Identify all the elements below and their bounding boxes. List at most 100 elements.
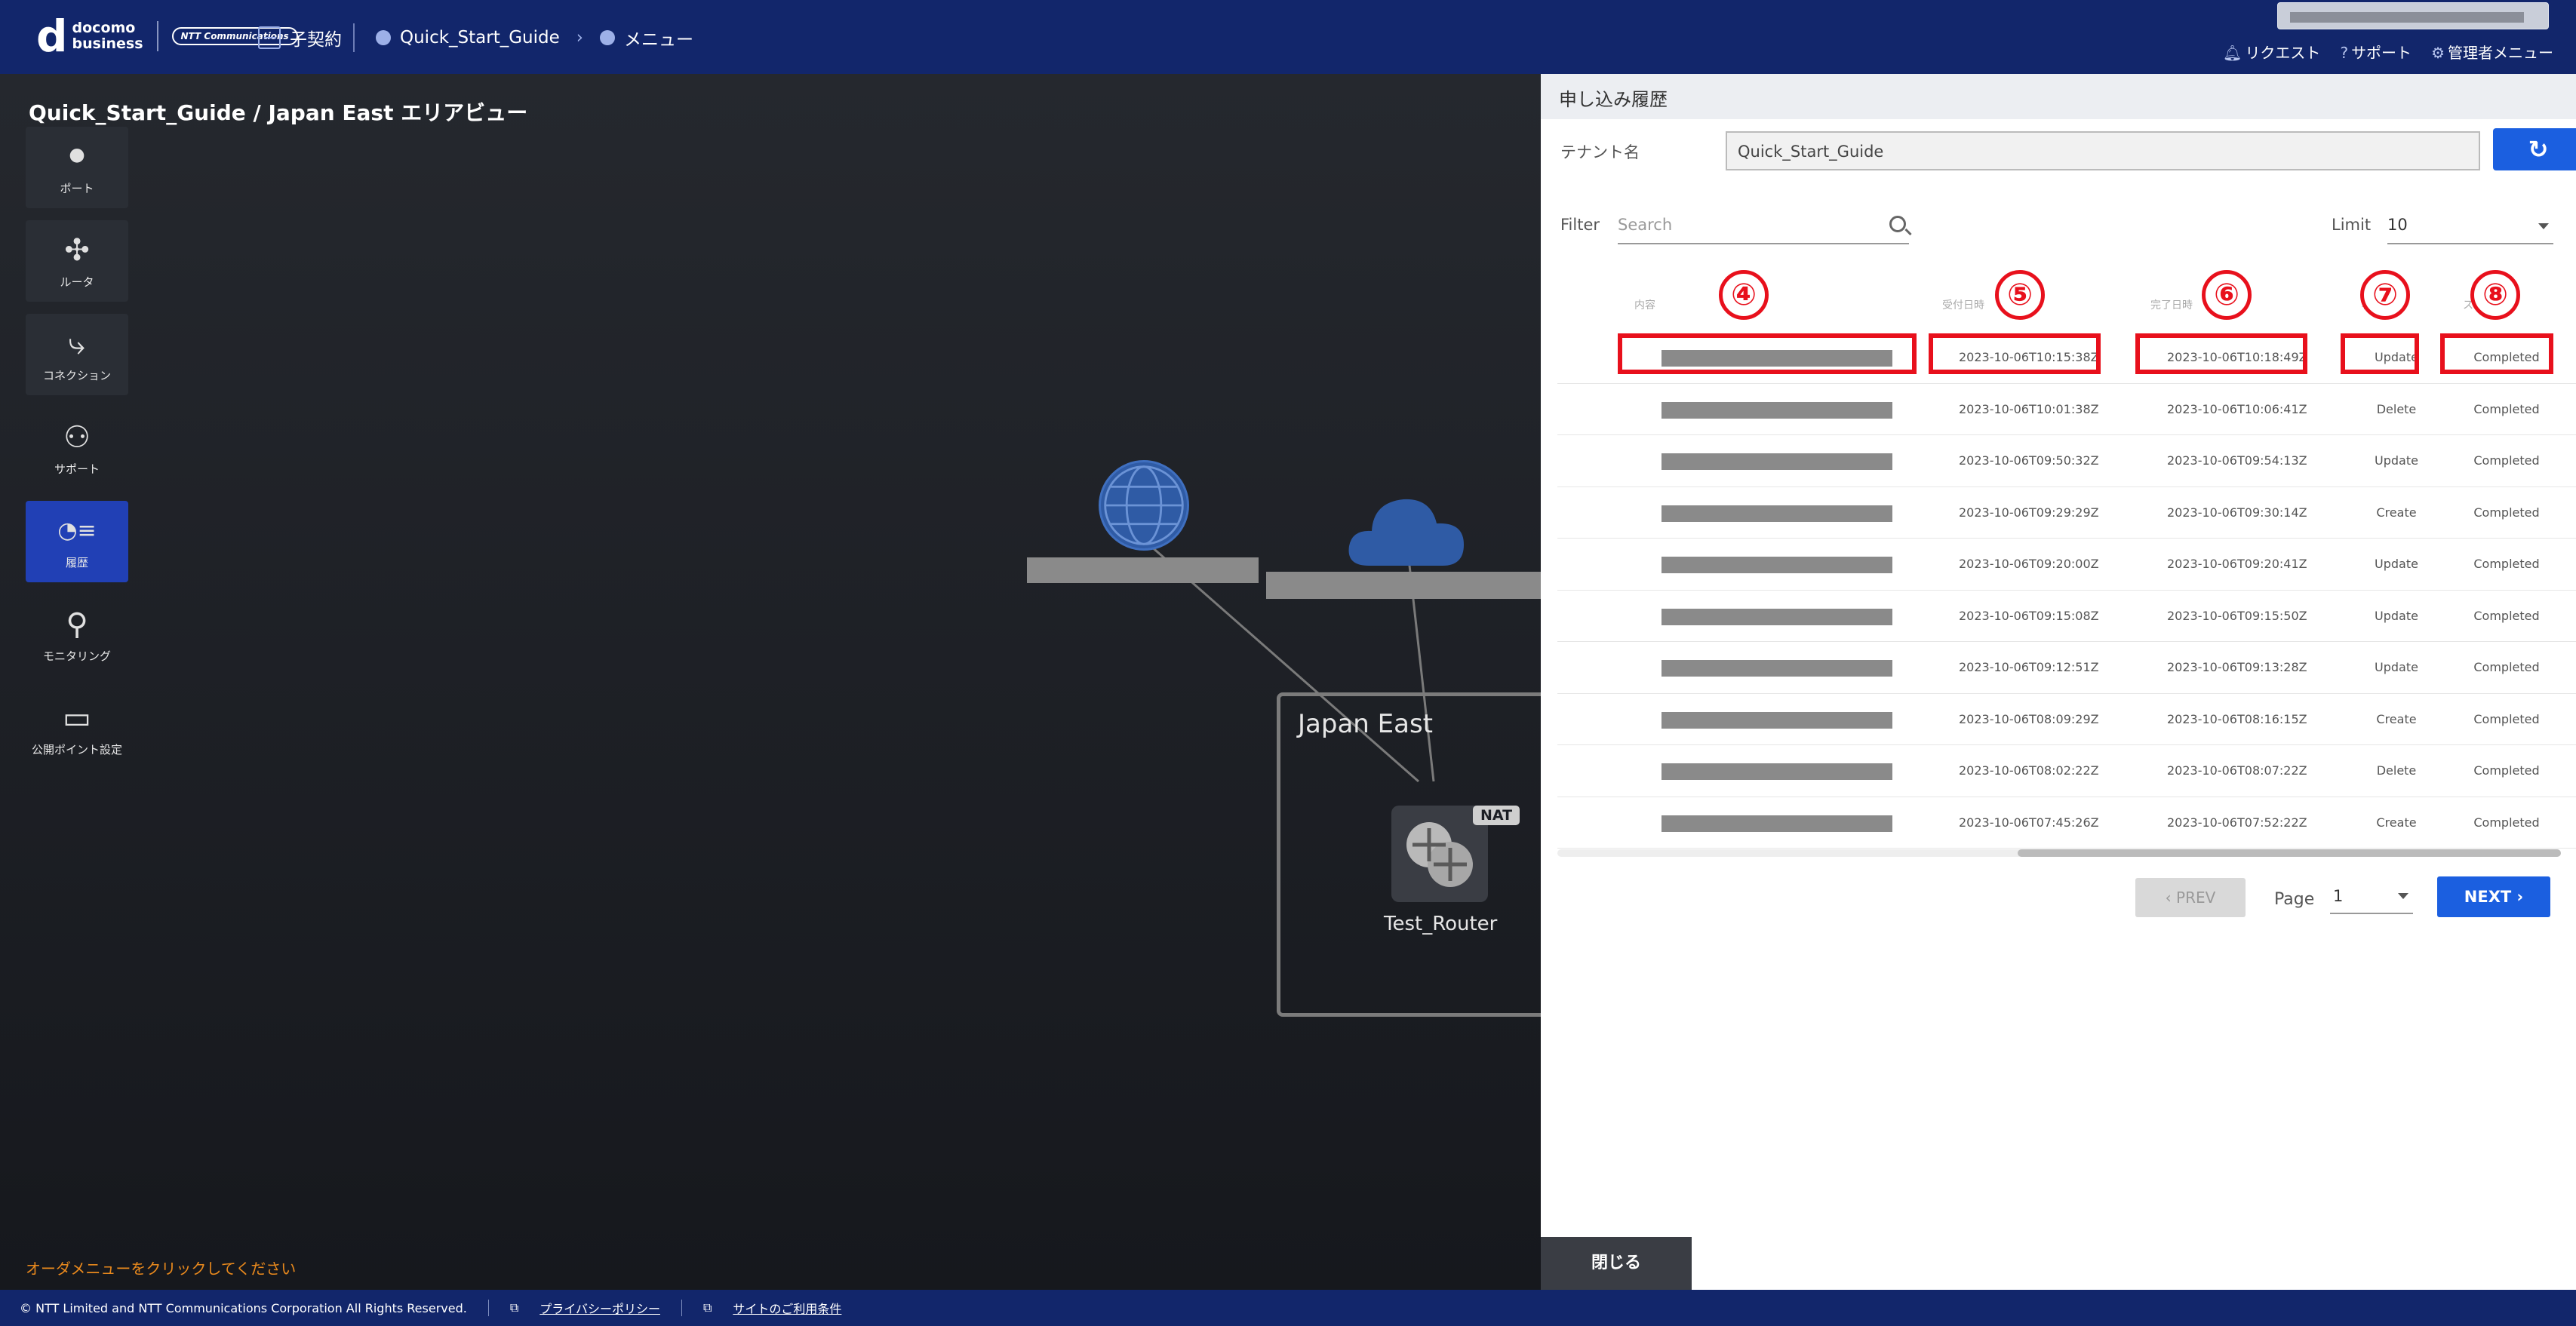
- content-redacted: [1661, 711, 1892, 729]
- bell-icon: 🔔︎: [2223, 44, 2242, 62]
- table-row[interactable]: 2023-10-06T09:12:51Z 2023-10-06T09:13:28Z…: [1557, 642, 2576, 694]
- logo-text: docomo business: [72, 20, 143, 52]
- footer: © NTT Limited and NTT Communications Cor…: [0, 1290, 2576, 1326]
- received-cell: 2023-10-06T09:20:00Z: [1959, 557, 2099, 571]
- status-cell: Completed: [2473, 453, 2540, 468]
- admin-menu-link[interactable]: ⚙ 管理者メニュー: [2431, 41, 2553, 63]
- contract-tree-icon: [258, 26, 281, 49]
- table-row[interactable]: 2023-10-06T09:50:32Z 2023-10-06T09:54:13Z…: [1557, 435, 2576, 487]
- chevron-down-icon: [2538, 223, 2549, 229]
- prev-page-button[interactable]: ‹ PREV: [2135, 878, 2246, 917]
- chevron-down-icon: [2398, 893, 2408, 899]
- external-link-icon: ⧉: [702, 1300, 712, 1315]
- header-right-menu: 🔔︎ リクエスト ? サポート ⚙ 管理者メニュー: [2223, 41, 2553, 63]
- column-header-completed[interactable]: 完了日時: [2150, 297, 2193, 312]
- chevron-left-icon: ‹: [2165, 889, 2177, 907]
- content-redacted: [1661, 401, 1892, 419]
- site-terms-link[interactable]: サイトのご利用条件: [733, 1299, 841, 1317]
- refresh-button[interactable]: ↻: [2493, 128, 2576, 170]
- internet-globe-icon[interactable]: [1099, 460, 1189, 551]
- external-link-icon: ⧉: [509, 1300, 519, 1315]
- received-cell: 2023-10-06T09:29:29Z: [1959, 505, 2099, 520]
- type-cell: Update: [2375, 608, 2418, 623]
- cloud-icon[interactable]: [1346, 490, 1467, 573]
- next-page-button[interactable]: NEXT ›: [2437, 876, 2550, 917]
- table-row[interactable]: 2023-10-06T08:09:29Z 2023-10-06T08:16:15Z…: [1557, 694, 2576, 745]
- logo-mark: d: [36, 11, 68, 62]
- completed-cell: 2023-10-06T09:30:14Z: [2167, 505, 2307, 520]
- prev-label: PREV: [2176, 889, 2216, 907]
- footer-divider: [681, 1300, 682, 1316]
- admin-menu-label: 管理者メニュー: [2448, 44, 2553, 62]
- filter-label: Filter: [1560, 216, 1600, 234]
- column-header-received[interactable]: 受付日時: [1942, 297, 1984, 312]
- request-label: リクエスト: [2245, 44, 2321, 62]
- page-value: 1: [2333, 887, 2344, 905]
- scrollbar-thumb[interactable]: [2018, 849, 2561, 857]
- user-account-box[interactable]: [2277, 2, 2549, 29]
- area-map-view: Quick_Start_Guide / Japan East エリアビュー ⚫ …: [0, 74, 1548, 1290]
- completed-cell: 2023-10-06T07:52:22Z: [2167, 815, 2307, 830]
- router-label: Test_Router: [1384, 913, 1498, 935]
- status-cell: Completed: [2473, 557, 2540, 571]
- history-table: 2023-10-06T10:15:38Z 2023-10-06T10:18:49Z…: [1557, 332, 2576, 849]
- topology-links: [1143, 524, 1435, 783]
- status-cell: Completed: [2473, 711, 2540, 726]
- type-cell: Delete: [2376, 401, 2417, 416]
- table-row[interactable]: 2023-10-06T09:15:08Z 2023-10-06T09:15:50Z…: [1557, 591, 2576, 642]
- table-row[interactable]: 2023-10-06T09:29:29Z 2023-10-06T09:30:14Z…: [1557, 487, 2576, 539]
- table-row[interactable]: 2023-10-06T07:45:26Z 2023-10-06T07:52:22Z…: [1557, 797, 2576, 849]
- content-redacted: [1661, 815, 1892, 832]
- search-input[interactable]: Search: [1618, 210, 1909, 244]
- annotation-5: ⑤: [1995, 270, 2045, 320]
- received-cell: 2023-10-06T08:09:29Z: [1959, 711, 2099, 726]
- close-button[interactable]: 閉じる: [1541, 1237, 1692, 1290]
- limit-select[interactable]: 10: [2387, 210, 2553, 244]
- logo-line1: docomo: [72, 20, 136, 36]
- breadcrumb-menu[interactable]: メニュー: [624, 25, 693, 51]
- order-history-panel: 申し込み履歴 テナント名 Quick_Start_Guide ↻ Filter …: [1541, 74, 2576, 1290]
- highlight-status: [2440, 333, 2553, 374]
- status-cell: Completed: [2473, 608, 2540, 623]
- request-link[interactable]: 🔔︎ リクエスト: [2223, 41, 2320, 63]
- panel-title: 申し込み履歴: [1559, 89, 1668, 110]
- order-menu-hint: オーダメニューをクリックしてください: [26, 1260, 297, 1278]
- table-row[interactable]: 2023-10-06T10:01:38Z 2023-10-06T10:06:41Z…: [1557, 384, 2576, 435]
- contract-label: 子契約: [290, 30, 342, 50]
- page-select[interactable]: 1: [2330, 879, 2413, 914]
- received-cell: 2023-10-06T07:45:26Z: [1959, 815, 2099, 830]
- support-label: サポート: [2351, 44, 2412, 62]
- breadcrumb: Quick_Start_Guide › メニュー: [376, 25, 693, 51]
- annotation-7: ⑦: [2360, 270, 2410, 320]
- content-redacted: [1661, 660, 1892, 677]
- next-label: NEXT: [2464, 888, 2512, 906]
- page-label: Page: [2274, 890, 2315, 909]
- logo-line2: business: [72, 35, 143, 52]
- chevron-right-icon: ›: [2511, 888, 2524, 906]
- top-navigation-bar: d docomo business NTT Communications 子契約…: [0, 0, 2576, 74]
- received-cell: 2023-10-06T10:01:38Z: [1959, 401, 2099, 416]
- status-cell: Completed: [2473, 660, 2540, 674]
- contract-nav[interactable]: 子契約: [258, 25, 342, 51]
- cloud-label-redacted: [1266, 572, 1541, 599]
- internet-label-redacted: [1027, 557, 1259, 583]
- highlight-received: [1929, 333, 2101, 374]
- type-cell: Update: [2375, 660, 2418, 674]
- table-row[interactable]: 2023-10-06T09:20:00Z 2023-10-06T09:20:41Z…: [1557, 539, 2576, 591]
- received-cell: 2023-10-06T09:12:51Z: [1959, 660, 2099, 674]
- footer-divider: [487, 1300, 489, 1316]
- received-cell: 2023-10-06T09:50:32Z: [1959, 453, 2099, 468]
- table-row[interactable]: 2023-10-06T08:02:22Z 2023-10-06T08:07:22Z…: [1557, 745, 2576, 797]
- type-cell: Update: [2375, 453, 2418, 468]
- nav-divider: [353, 23, 355, 52]
- completed-cell: 2023-10-06T09:54:13Z: [2167, 453, 2307, 468]
- privacy-policy-link[interactable]: プライバシーポリシー: [539, 1299, 660, 1317]
- search-icon[interactable]: [1889, 216, 1906, 232]
- menu-icon: [599, 30, 615, 45]
- horizontal-scrollbar[interactable]: [1557, 849, 2561, 857]
- tenant-label: テナント名: [1560, 143, 1640, 161]
- support-link[interactable]: ? サポート: [2340, 41, 2412, 63]
- tenant-name-field[interactable]: Quick_Start_Guide: [1726, 131, 2480, 170]
- column-header-content[interactable]: 内容: [1634, 297, 1655, 312]
- breadcrumb-tenant[interactable]: Quick_Start_Guide: [400, 28, 560, 48]
